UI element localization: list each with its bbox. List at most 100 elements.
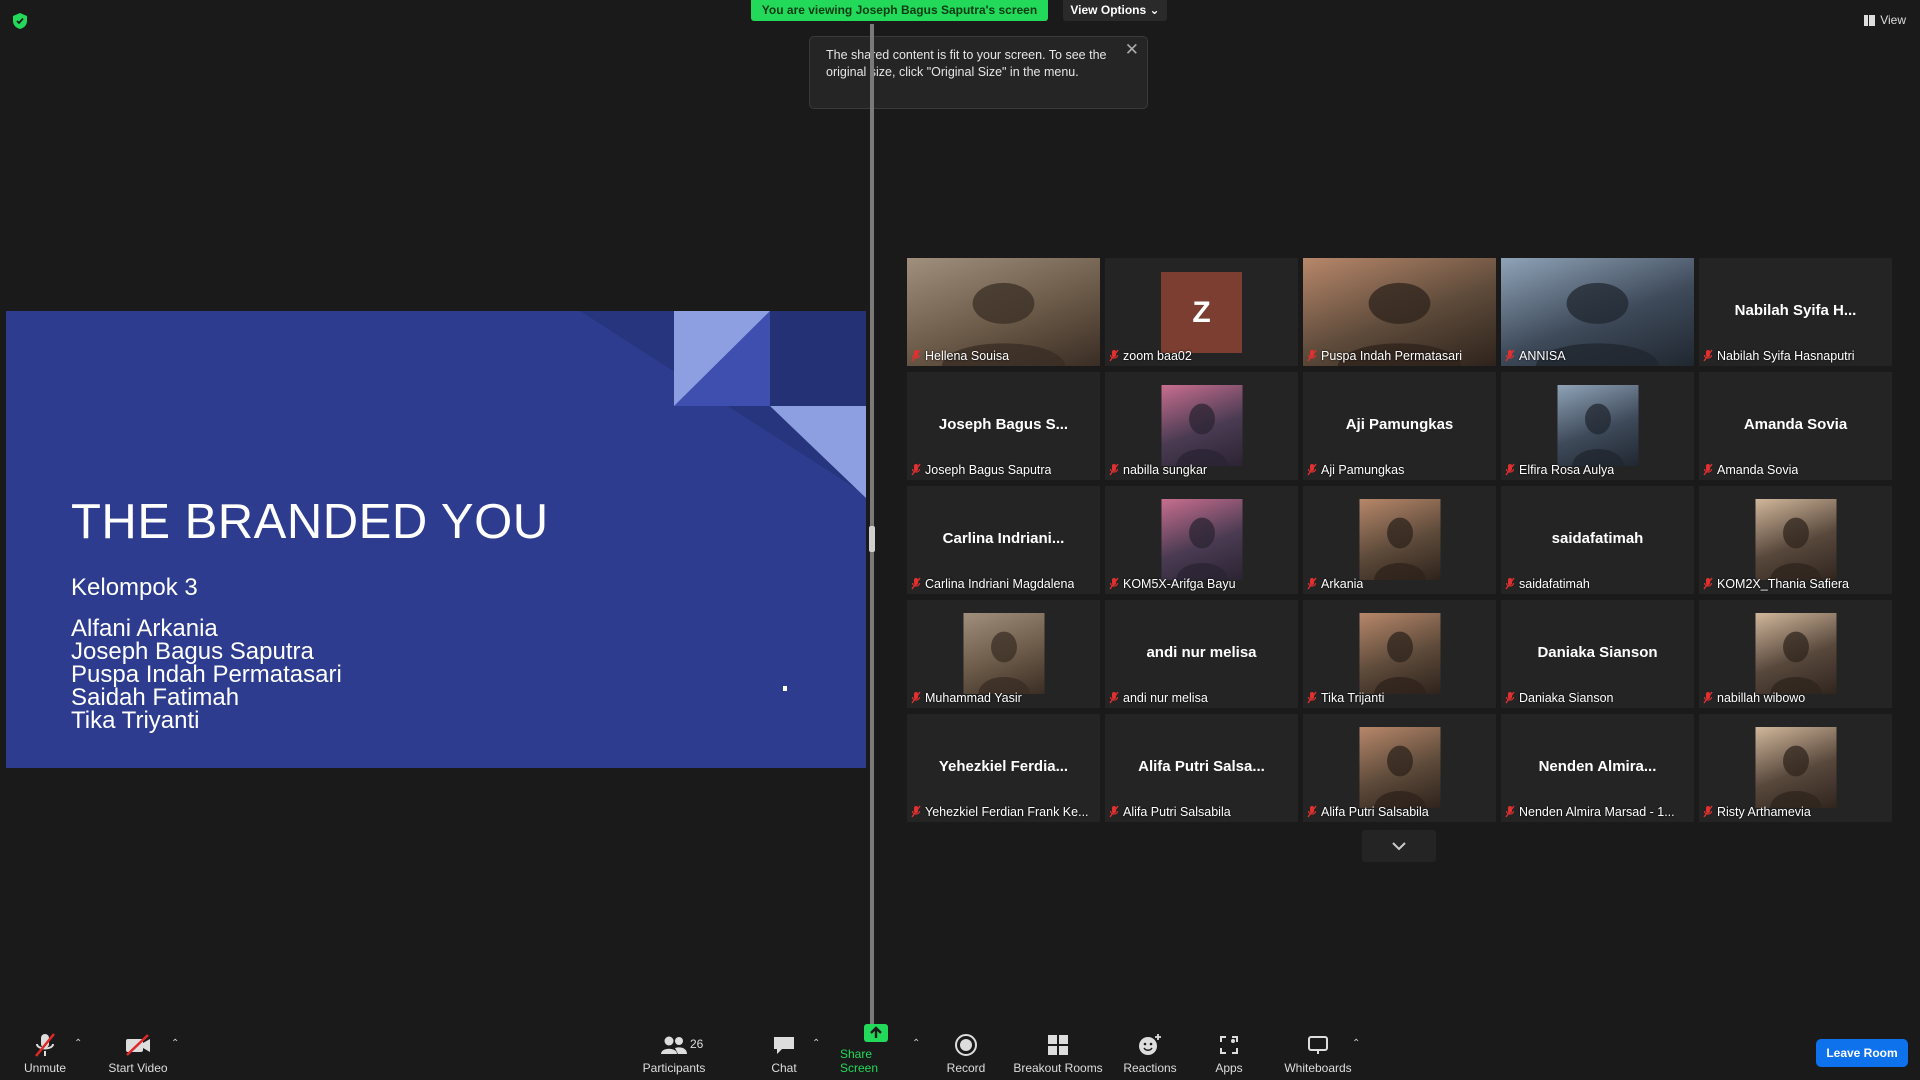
participant-tile[interactable]: Yehezkiel Ferdia... Yehezkiel Ferdian Fra… xyxy=(907,714,1100,822)
participant-display-name: Yehezkiel Ferdia... xyxy=(938,758,1069,775)
participant-tile[interactable]: Elfira Rosa Aulya xyxy=(1501,372,1694,480)
participant-tile[interactable]: KOM5X-Arifga Bayu xyxy=(1105,486,1298,594)
muted-microphone-icon xyxy=(1307,805,1317,818)
reactions-button[interactable]: Reactions xyxy=(1122,1027,1178,1080)
participant-tile[interactable]: Joseph Bagus S... Joseph Bagus Saputra xyxy=(907,372,1100,480)
shared-slide: THE BRANDED YOU Kelompok 3 Alfani Arkani… xyxy=(6,311,866,768)
whiteboard-options-caret[interactable]: ⌃ xyxy=(1352,1038,1360,1049)
share-screen-button[interactable]: Share Screen xyxy=(840,1024,912,1080)
muted-microphone-icon xyxy=(1307,691,1317,704)
person-silhouette xyxy=(1175,517,1228,580)
video-options-caret[interactable]: ⌃ xyxy=(171,1038,179,1049)
participant-tile[interactable]: Amanda Sovia Amanda Sovia xyxy=(1699,372,1892,480)
breakout-rooms-icon xyxy=(1048,1035,1068,1055)
participant-tile[interactable]: Muhammad Yasir xyxy=(907,600,1100,708)
participant-tile[interactable]: saidafatimah saidafatimah xyxy=(1501,486,1694,594)
participant-name-label: Tika Trijanti xyxy=(1307,689,1384,706)
muted-microphone-icon xyxy=(911,577,921,590)
gallery-next-page-button[interactable] xyxy=(1362,830,1436,862)
muted-microphone-icon xyxy=(911,805,921,818)
apps-icon xyxy=(1220,1036,1238,1054)
participant-video-thumbnail xyxy=(963,613,1044,694)
participant-tile[interactable]: KOM2X_Thania Safiera xyxy=(1699,486,1892,594)
view-button[interactable]: View xyxy=(1864,10,1906,30)
unmute-label: Unmute xyxy=(23,1061,67,1075)
participant-name: Arkania xyxy=(1321,576,1364,591)
viewing-screen-banner: You are viewing Joseph Bagus Saputra's s… xyxy=(751,0,1048,21)
participant-video-thumbnail xyxy=(1755,727,1836,808)
participant-name-label: Puspa Indah Permatasari xyxy=(1307,347,1462,364)
chevron-down-icon: ⌄ xyxy=(1149,3,1160,17)
participant-name-label: zoom baa02 xyxy=(1109,347,1192,364)
meeting-toolbar: Unmute ⌃ Start Video ⌃ Participants 26 C… xyxy=(0,1024,1920,1080)
participant-tile[interactable]: Zzoom baa02 xyxy=(1105,258,1298,366)
participant-tile[interactable]: Alifa Putri Salsa... Alifa Putri Salsabil… xyxy=(1105,714,1298,822)
member-name: Joseph Bagus Saputra xyxy=(71,638,314,665)
participant-display-name: Aji Pamungkas xyxy=(1345,416,1454,433)
participant-video-thumbnail xyxy=(1359,499,1440,580)
chat-button[interactable]: Chat xyxy=(767,1027,801,1080)
chat-options-caret[interactable]: ⌃ xyxy=(812,1038,820,1049)
participant-name: nabilla sungkar xyxy=(1123,462,1208,477)
start-video-button[interactable]: Start Video xyxy=(106,1027,170,1080)
participant-name: Tika Trijanti xyxy=(1321,690,1385,705)
member-name: Puspa Indah Permatasari xyxy=(71,661,342,688)
audio-options-caret[interactable]: ⌃ xyxy=(74,1038,82,1049)
participant-tile[interactable]: Arkania xyxy=(1303,486,1496,594)
person-silhouette xyxy=(977,631,1030,694)
breakout-rooms-button[interactable]: Breakout Rooms xyxy=(1013,1027,1103,1080)
participant-tile[interactable]: nabilla sungkar xyxy=(1105,372,1298,480)
encryption-shield-icon[interactable] xyxy=(12,12,28,30)
whiteboards-button[interactable]: Whiteboards xyxy=(1284,1027,1352,1080)
participant-tile[interactable]: Nenden Almira... Nenden Almira Marsad - 1… xyxy=(1501,714,1694,822)
slide-member-list: Alfani Arkania Joseph Bagus Saputra Pusp… xyxy=(71,617,342,733)
reactions-label: Reactions xyxy=(1123,1061,1177,1075)
participant-tile[interactable]: Alifa Putri Salsabila xyxy=(1303,714,1496,822)
participant-name-label: Alifa Putri Salsabila xyxy=(1307,803,1429,820)
participant-display-name: Carlina Indriani... xyxy=(942,530,1065,547)
participant-name: Nabilah Syifa Hasnaputri xyxy=(1717,348,1855,363)
participant-avatar: Z xyxy=(1161,272,1242,353)
participant-gallery: Hellena Souisa Zzoom baa02 Puspa Indah Per… xyxy=(907,258,1892,822)
participant-tile[interactable]: Hellena Souisa xyxy=(907,258,1100,366)
participant-tile[interactable]: Nabilah Syifa H... Nabilah Syifa Hasnaput… xyxy=(1699,258,1892,366)
participant-tile[interactable]: Risty Arthamevia xyxy=(1699,714,1892,822)
chevron-down-icon xyxy=(1392,842,1406,851)
divider-drag-handle[interactable] xyxy=(869,526,875,552)
participant-tile[interactable]: Carlina Indriani... Carlina Indriani Magd… xyxy=(907,486,1100,594)
muted-microphone-icon xyxy=(1109,349,1119,362)
mouse-cursor xyxy=(783,686,787,691)
participant-name-label: nabillah wibowo xyxy=(1703,689,1805,706)
reactions-icon xyxy=(1139,1034,1161,1055)
participant-tile[interactable]: andi nur melisa andi nur melisa xyxy=(1105,600,1298,708)
slide-title: THE BRANDED YOU xyxy=(71,495,549,549)
muted-microphone-icon xyxy=(1703,349,1713,362)
tooltip-text: The shared content is fit to your screen… xyxy=(826,48,1107,79)
muted-microphone-icon xyxy=(1703,805,1713,818)
unmute-button[interactable]: Unmute xyxy=(16,1027,74,1080)
participant-video-thumbnail xyxy=(1161,499,1242,580)
participant-name: Alifa Putri Salsabila xyxy=(1123,804,1231,819)
person-silhouette xyxy=(1769,745,1822,808)
participants-button[interactable]: Participants xyxy=(640,1027,708,1080)
participant-tile[interactable]: Tika Trijanti xyxy=(1303,600,1496,708)
view-options-button[interactable]: View Options ⌄ xyxy=(1063,0,1167,21)
participant-tile[interactable]: nabillah wibowo xyxy=(1699,600,1892,708)
participant-tile[interactable]: Daniaka Sianson Daniaka Sianson xyxy=(1501,600,1694,708)
share-options-caret[interactable]: ⌃ xyxy=(912,1038,920,1049)
person-silhouette xyxy=(1373,517,1426,580)
apps-button[interactable]: Apps xyxy=(1212,1027,1246,1080)
muted-microphone-icon xyxy=(1109,691,1119,704)
participant-tile[interactable]: Aji Pamungkas Aji Pamungkas xyxy=(1303,372,1496,480)
participant-name: Risty Arthamevia xyxy=(1717,804,1811,819)
participant-tile[interactable]: Puspa Indah Permatasari xyxy=(1303,258,1496,366)
participant-name-label: Alifa Putri Salsabila xyxy=(1109,803,1231,820)
leave-room-button[interactable]: Leave Room xyxy=(1816,1039,1908,1067)
participant-name-label: Carlina Indriani Magdalena xyxy=(911,575,1074,592)
muted-microphone-icon xyxy=(1505,577,1515,590)
record-button[interactable]: Record xyxy=(944,1027,988,1080)
participant-tile[interactable]: ANNISA xyxy=(1501,258,1694,366)
close-icon[interactable]: ✕ xyxy=(1125,41,1139,58)
person-silhouette xyxy=(1769,517,1822,580)
participant-name-label: Nenden Almira Marsad - 1... xyxy=(1505,803,1675,820)
